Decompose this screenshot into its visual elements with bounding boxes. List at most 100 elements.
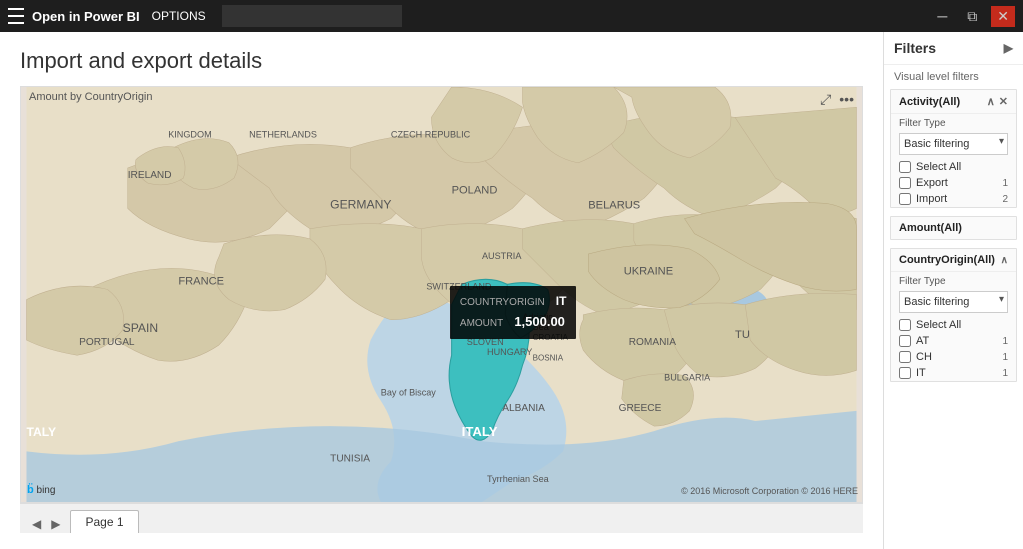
page-title: Import and export details <box>20 48 863 74</box>
country-filter-card: CountryOrigin(All) ∧ Filter Type Basic f… <box>890 248 1017 382</box>
map-toolbar: ⤢ ••• <box>820 91 854 108</box>
activity-filter-title: Activity(All) <box>899 96 960 108</box>
tooltip-countryorigin-value: IT <box>556 294 567 308</box>
svg-text:AUSTRIA: AUSTRIA <box>482 251 522 261</box>
svg-text:HUNGARY: HUNGARY <box>487 347 532 357</box>
svg-text:TUNISIA: TUNISIA <box>330 454 370 465</box>
page-tabs: ◀ ▶ Page 1 <box>20 503 863 533</box>
svg-text:UKRAINE: UKRAINE <box>624 265 673 277</box>
activity-export-item: Export 1 <box>891 175 1016 191</box>
activity-import-item: Import 2 <box>891 191 1016 207</box>
minimize-button[interactable]: ─ <box>931 6 953 26</box>
search-input[interactable] <box>222 5 402 27</box>
activity-select-all-label: Select All <box>916 161 1008 173</box>
titlebar: Open in Power BI OPTIONS ─ ⧉ ✕ <box>0 0 1023 32</box>
filters-panel: Filters ▶ Visual level filters Activity(… <box>883 32 1023 549</box>
filters-header: Filters ▶ <box>884 32 1023 65</box>
filters-title: Filters <box>894 40 936 56</box>
activity-filter-icons: ∧ ✕ <box>987 95 1008 108</box>
visual-level-label: Visual level filters <box>884 65 1023 85</box>
activity-select-all: Select All <box>891 159 1016 175</box>
country-at-count: 1 <box>1002 336 1008 347</box>
activity-import-count: 2 <box>1002 194 1008 205</box>
svg-text:POLAND: POLAND <box>452 184 498 196</box>
svg-text:ITALY: ITALY <box>462 424 498 439</box>
svg-text:SPAIN: SPAIN <box>123 321 159 335</box>
next-page-button[interactable]: ▶ <box>47 515 64 533</box>
activity-select-all-checkbox[interactable] <box>899 161 911 173</box>
country-collapse-icon[interactable]: ∧ <box>1001 255 1008 266</box>
svg-text:FRANCE: FRANCE <box>178 275 224 287</box>
activity-import-checkbox[interactable] <box>899 193 911 205</box>
svg-text:NETHERLANDS: NETHERLANDS <box>249 130 317 140</box>
svg-text:BELARUS: BELARUS <box>588 199 640 211</box>
svg-text:GERMANY: GERMANY <box>330 197 391 211</box>
svg-text:Tyrrhenian Sea: Tyrrhenian Sea <box>487 474 550 484</box>
country-filter-type-select-wrapper: Basic filtering <box>899 291 1008 313</box>
country-at-label: AT <box>916 335 997 347</box>
filters-expand-icon[interactable]: ▶ <box>1004 41 1013 55</box>
svg-text:ROMANIA: ROMANIA <box>629 337 676 348</box>
activity-filter-card: Activity(All) ∧ ✕ Filter Type Basic filt… <box>890 89 1017 208</box>
restore-button[interactable]: ⧉ <box>961 6 983 27</box>
map-tooltip: COUNTRYORIGIN IT AMOUNT 1,500.00 <box>450 286 577 338</box>
map-svg: SPAIN PORTUGAL FRANCE GERMANY POLAND BEL… <box>21 87 862 502</box>
app-container: Import and export details Amount by Coun… <box>0 32 1023 549</box>
activity-filter-type-label: Filter Type <box>891 114 1016 131</box>
svg-text:BOSNIA: BOSNIA <box>533 353 564 362</box>
close-button[interactable]: ✕ <box>991 6 1015 27</box>
country-it-checkbox[interactable] <box>899 367 911 379</box>
window-controls: ─ ⧉ ✕ <box>931 6 1015 27</box>
country-filter-type-label: Filter Type <box>891 272 1016 289</box>
country-ch-item: CH 1 <box>891 349 1016 365</box>
country-filter-header: CountryOrigin(All) ∧ <box>891 249 1016 272</box>
country-filter-type-select[interactable]: Basic filtering <box>899 291 1008 313</box>
svg-text:TU: TU <box>735 329 750 341</box>
activity-export-checkbox[interactable] <box>899 177 911 189</box>
activity-close-icon[interactable]: ✕ <box>999 95 1008 108</box>
country-filter-title: CountryOrigin(All) <box>899 254 995 266</box>
activity-filter-header: Activity(All) ∧ ✕ <box>891 90 1016 114</box>
country-select-all-label: Select All <box>916 319 1008 331</box>
prev-page-button[interactable]: ◀ <box>28 515 45 533</box>
country-ch-label: CH <box>916 351 997 363</box>
amount-filter-header: Amount(All) <box>891 217 1016 239</box>
country-select-all-checkbox[interactable] <box>899 319 911 331</box>
bing-logo: b̈ bing <box>27 484 55 496</box>
svg-text:KINGDOM: KINGDOM <box>168 130 211 140</box>
svg-text:CZECH REPUBLIC: CZECH REPUBLIC <box>391 130 471 140</box>
svg-text:PORTUGAL: PORTUGAL <box>79 337 135 348</box>
map-copyright: © 2016 Microsoft Corporation © 2016 HERE <box>681 486 858 496</box>
page-tab-1[interactable]: Page 1 <box>70 510 138 533</box>
activity-export-count: 1 <box>1002 178 1008 189</box>
report-area: Import and export details Amount by Coun… <box>0 32 883 549</box>
country-at-item: AT 1 <box>891 333 1016 349</box>
map-visual[interactable]: Amount by CountryOrigin ⤢ ••• <box>20 86 863 503</box>
svg-text:ALBANIA: ALBANIA <box>502 403 545 414</box>
activity-export-label: Export <box>916 177 997 189</box>
country-it-label: IT <box>916 367 997 379</box>
country-ch-count: 1 <box>1002 352 1008 363</box>
activity-collapse-icon[interactable]: ∧ <box>987 95 995 108</box>
country-ch-checkbox[interactable] <box>899 351 911 363</box>
activity-filter-type-select-wrapper: Basic filtering <box>899 133 1008 155</box>
svg-text:BULGARIA: BULGARIA <box>664 373 711 383</box>
svg-text:SLOVEN: SLOVEN <box>467 337 504 347</box>
hamburger-menu[interactable] <box>8 8 24 24</box>
amount-filter-card: Amount(All) <box>890 216 1017 240</box>
svg-text:GREECE: GREECE <box>619 403 662 414</box>
activity-filter-type-select[interactable]: Basic filtering <box>899 133 1008 155</box>
page-nav: ◀ ▶ <box>28 515 64 533</box>
expand-icon[interactable]: ⤢ <box>820 91 831 108</box>
country-at-checkbox[interactable] <box>899 335 911 347</box>
activity-import-label: Import <box>916 193 997 205</box>
country-it-item: IT 1 <box>891 365 1016 381</box>
more-options-icon[interactable]: ••• <box>839 91 854 108</box>
options-menu[interactable]: OPTIONS <box>152 9 206 23</box>
country-it-count: 1 <box>1002 368 1008 379</box>
content-area: Import and export details Amount by Coun… <box>0 32 1023 549</box>
svg-text:Bay of Biscay: Bay of Biscay <box>381 388 437 398</box>
svg-text:IRELAND: IRELAND <box>128 170 172 181</box>
tooltip-amount-label: AMOUNT <box>460 318 503 329</box>
tooltip-amount-value: 1,500.00 <box>514 314 565 329</box>
